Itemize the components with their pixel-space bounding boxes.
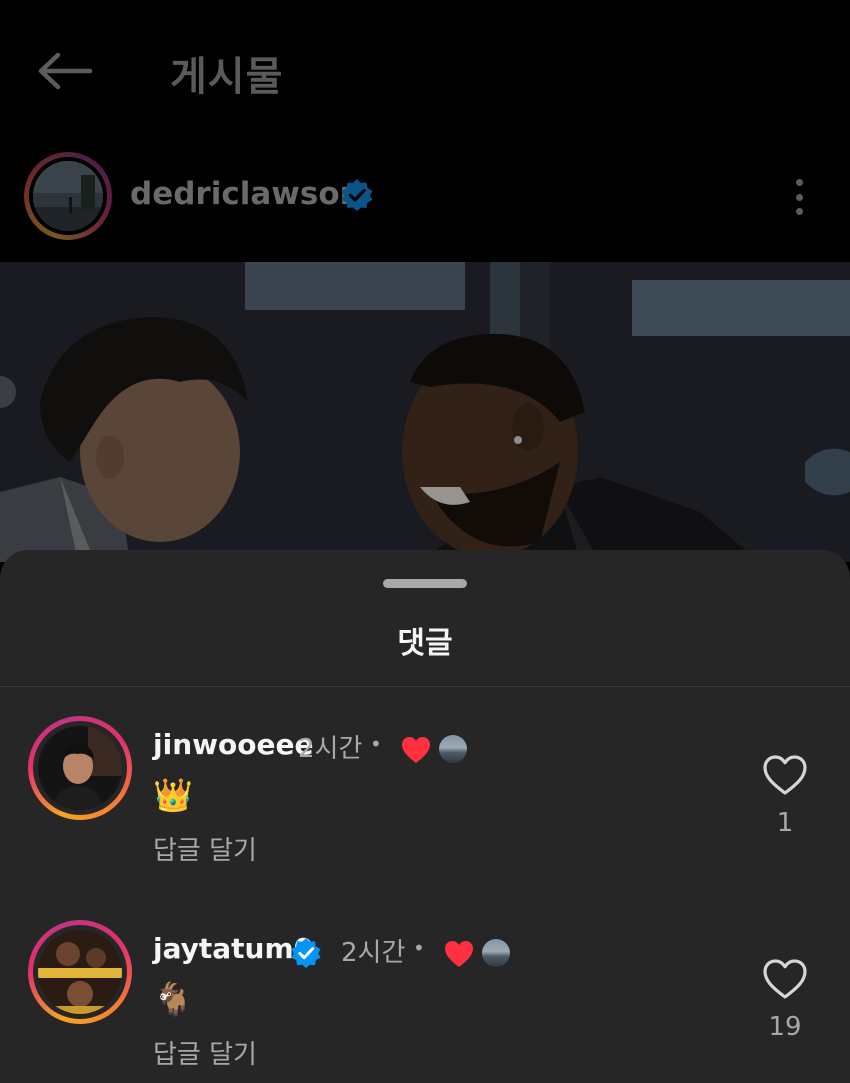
more-options-button[interactable]	[782, 174, 816, 220]
reply-button[interactable]: 답글 달기	[153, 830, 257, 867]
post-author-mini-avatar	[482, 939, 510, 967]
comment-item: jinwooeee 2시간 • 👑 답글 달기 1	[0, 710, 850, 890]
comment-username[interactable]: jinwooeee	[153, 728, 313, 761]
post-screen: 게시물 dedriclawson 댓글 jinwooeee 2시간 • 👑 답글…	[0, 0, 850, 1083]
verified-badge-icon	[291, 937, 321, 969]
divider	[0, 686, 850, 687]
comments-sheet: 댓글 jinwooeee 2시간 • 👑 답글 달기 1 jaytatum0 2…	[0, 550, 850, 1083]
reply-button[interactable]: 답글 달기	[153, 1034, 257, 1071]
like-count: 1	[776, 808, 794, 838]
author-username[interactable]: dedriclawson	[130, 176, 362, 212]
like-heart-icon[interactable]	[762, 958, 808, 1000]
commenter-avatar-photo	[38, 726, 122, 810]
post-header: dedriclawson	[0, 148, 850, 248]
author-avatar-photo	[33, 161, 103, 231]
author-liked-heart-icon	[402, 737, 430, 763]
comment-time: 2시간	[298, 734, 363, 764]
post-photo-illustration	[0, 262, 850, 562]
top-bar: 게시물	[0, 0, 850, 140]
post-author-mini-avatar	[439, 735, 467, 763]
author-liked-heart-icon	[445, 941, 473, 967]
commenter-avatar-photo	[38, 930, 122, 1014]
arrow-left-icon	[38, 52, 93, 90]
comment-text: 🐐	[153, 980, 193, 1018]
commenter-avatar[interactable]	[28, 920, 132, 1024]
page-title: 게시물	[170, 54, 284, 100]
comment-separator: •	[370, 732, 382, 756]
author-avatar[interactable]	[24, 152, 112, 240]
comment-item: jaytatum0 2시간 • 🐐 답글 달기 19	[0, 914, 850, 1083]
more-vertical-icon	[795, 179, 803, 186]
comments-title: 댓글	[397, 626, 453, 661]
post-photo[interactable]	[0, 262, 850, 562]
comment-time: 2시간	[341, 938, 406, 968]
sheet-drag-handle[interactable]	[383, 579, 467, 588]
commenter-avatar[interactable]	[28, 716, 132, 820]
comment-separator: •	[413, 936, 425, 960]
back-button[interactable]	[32, 42, 98, 100]
like-count: 19	[768, 1012, 802, 1042]
verified-badge-icon	[341, 179, 373, 211]
like-heart-icon[interactable]	[762, 754, 808, 796]
comment-text: 👑	[153, 776, 193, 814]
